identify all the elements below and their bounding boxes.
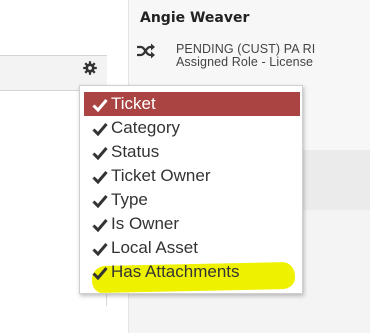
menu-item-status[interactable]: Status [84, 140, 299, 164]
contact-name[interactable]: Angie Weaver [140, 10, 249, 26]
menu-item-label: Ticket Owner [111, 166, 211, 185]
menu-item-label: Has Attachments [111, 262, 240, 281]
gear-icon[interactable] [82, 60, 98, 76]
menu-item-label: Is Owner [111, 214, 180, 233]
column-chooser-menu: Ticket Category Status Ticket Owner Type… [79, 85, 303, 294]
menu-item-has-attachments[interactable]: Has Attachments [84, 260, 299, 284]
assignment-status: PENDING (CUST) PA RI [176, 42, 316, 56]
checkmark-icon [92, 98, 108, 112]
menu-item-category[interactable]: Category [84, 116, 299, 140]
menu-item-label: Local Asset [111, 238, 198, 257]
menu-item-label: Status [111, 142, 160, 161]
menu-item-type[interactable]: Type [84, 188, 299, 212]
checkmark-icon [92, 194, 108, 208]
checkmark-icon [92, 218, 108, 232]
checkmark-icon [92, 146, 108, 160]
checkmark-icon [92, 242, 108, 256]
checkmark-icon [92, 122, 108, 136]
menu-item-label: Type [111, 190, 148, 209]
checkmark-icon [92, 170, 108, 184]
assigned-role: Assigned Role - License [176, 55, 314, 69]
menu-item-ticket-owner[interactable]: Ticket Owner [84, 164, 299, 188]
menu-item-local-asset[interactable]: Local Asset [84, 236, 299, 260]
menu-item-label: Category [111, 118, 180, 137]
checkmark-icon [92, 266, 108, 280]
menu-item-label: Ticket [111, 94, 156, 113]
menu-item-ticket[interactable]: Ticket [84, 92, 300, 116]
shuffle-icon [137, 43, 155, 59]
menu-item-is-owner[interactable]: Is Owner [84, 212, 299, 236]
